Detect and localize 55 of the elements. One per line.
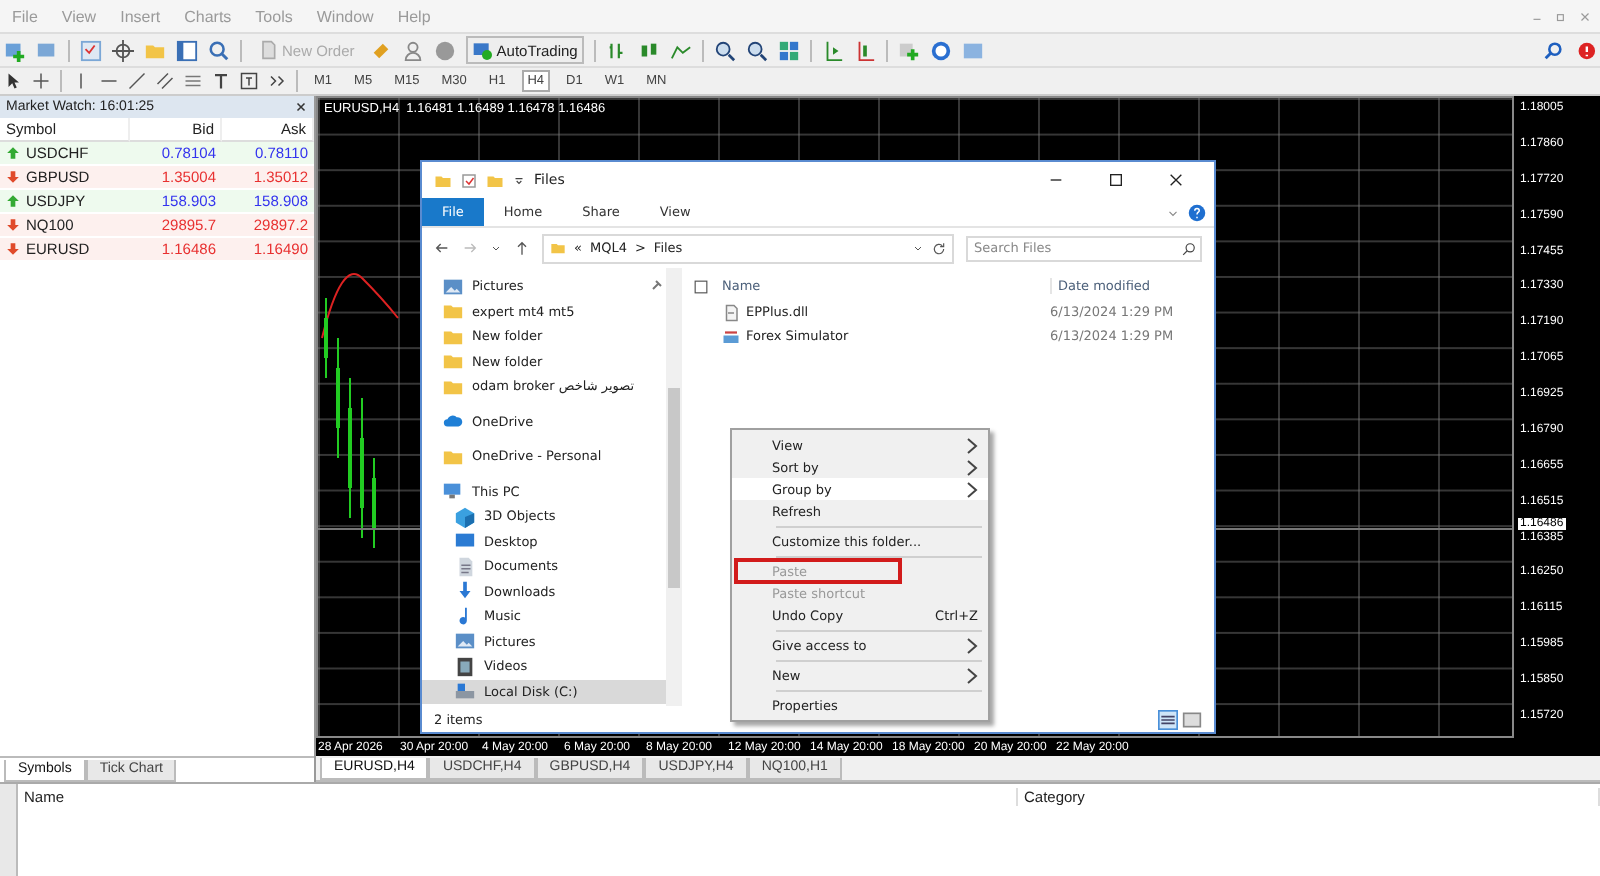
restore-icon[interactable] bbox=[1554, 9, 1568, 23]
checkbox[interactable] bbox=[694, 279, 708, 293]
search-icon[interactable] bbox=[1542, 39, 1564, 61]
properties-icon[interactable] bbox=[460, 171, 478, 189]
text-label-icon[interactable] bbox=[240, 72, 258, 90]
film-icon bbox=[454, 655, 476, 678]
picture-icon bbox=[454, 630, 476, 653]
up-arrow-icon bbox=[6, 146, 20, 160]
cursor-icon[interactable] bbox=[4, 72, 22, 90]
disk-icon bbox=[454, 680, 476, 703]
market-watch-icon[interactable] bbox=[80, 39, 102, 61]
indicators-icon[interactable] bbox=[897, 39, 920, 61]
close-icon bbox=[1168, 172, 1184, 188]
folder-icon bbox=[442, 300, 464, 323]
crosshair-icon[interactable] bbox=[32, 72, 50, 90]
down-arrow-icon bbox=[6, 170, 20, 184]
fibonacci-icon[interactable] bbox=[184, 72, 202, 90]
app-icon bbox=[722, 327, 740, 345]
navigator-icon[interactable] bbox=[176, 39, 198, 61]
download-icon bbox=[454, 580, 476, 603]
document-icon bbox=[258, 40, 278, 60]
details-view-icon[interactable] bbox=[1158, 709, 1178, 729]
back-icon[interactable] bbox=[434, 240, 450, 256]
picture-icon bbox=[442, 275, 464, 298]
zoom-out-icon[interactable] bbox=[745, 39, 768, 61]
add-chart-icon[interactable] bbox=[4, 39, 26, 61]
document-icon bbox=[454, 555, 476, 578]
tile-windows-icon[interactable] bbox=[777, 39, 800, 61]
close-icon[interactable] bbox=[294, 100, 308, 114]
search-icon bbox=[1182, 241, 1196, 255]
notification-icon[interactable] bbox=[1574, 39, 1596, 61]
file-icon bbox=[722, 303, 740, 321]
maximize-icon bbox=[1108, 172, 1124, 188]
bar-chart-icon[interactable] bbox=[605, 39, 628, 61]
tiles-view-icon[interactable] bbox=[1182, 709, 1202, 729]
computer-icon bbox=[442, 480, 464, 503]
desktop-icon bbox=[454, 530, 476, 553]
side-strip bbox=[0, 784, 18, 876]
trendline-icon[interactable] bbox=[128, 72, 146, 90]
arrows-icon[interactable] bbox=[268, 72, 286, 90]
zoom-in-icon[interactable] bbox=[713, 39, 736, 61]
folder-icon bbox=[442, 350, 464, 373]
up-icon[interactable] bbox=[514, 240, 530, 256]
person-icon[interactable] bbox=[402, 39, 425, 61]
candlestick-icon[interactable] bbox=[637, 39, 660, 61]
scrollbar[interactable] bbox=[666, 268, 682, 706]
folder-icon bbox=[434, 171, 452, 189]
crosshair-icon[interactable] bbox=[112, 39, 134, 61]
up-arrow-icon bbox=[6, 194, 20, 208]
text-tool-icon[interactable] bbox=[212, 72, 230, 90]
cube-icon bbox=[454, 505, 476, 528]
help-icon[interactable] bbox=[1188, 203, 1206, 221]
cloud-icon bbox=[442, 410, 464, 433]
dropdown-icon[interactable] bbox=[512, 173, 526, 187]
channel-icon[interactable] bbox=[156, 72, 174, 90]
